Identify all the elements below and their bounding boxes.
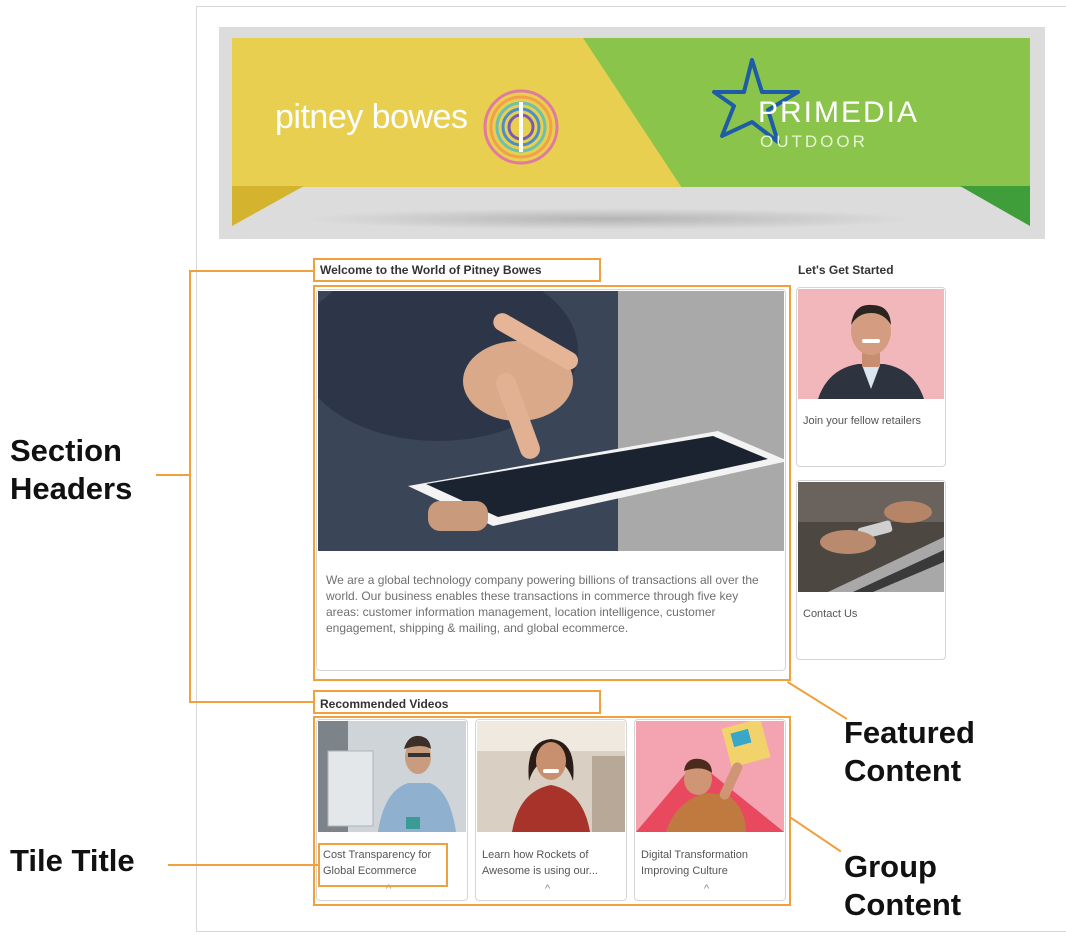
annotation-featured-content: Featured Content [844,714,975,790]
annotation-box-welcome-header [313,258,601,282]
annotation-connector-top [189,270,313,272]
annotation-connector-label [156,474,190,476]
side-tile-contact-image[interactable] [798,482,944,592]
annotation-connector-bottom [189,701,313,703]
annotation-section-headers-line2: Headers [10,471,133,506]
primedia-logo-text: PRIMEDIA [758,96,920,129]
annotation-group-content: Group Content [844,848,961,924]
side-tile-join-label: Join your fellow retailers [803,415,921,427]
annotation-section-headers-line1: Section [10,433,122,468]
pitney-bowes-logo-icon [483,89,559,165]
annotation-group-line1: Group [844,849,937,884]
smiling-man-illustration [798,289,944,399]
laptop-phone-illustration [798,482,944,592]
annotation-featured-line1: Featured [844,715,975,750]
banner-shadow [300,208,920,230]
annotation-section-headers: Section Headers [10,432,132,508]
pitney-bowes-logo-text: pitney bowes [275,98,468,136]
annotation-connector-tile-title [168,864,318,866]
section-header-started: Let's Get Started [798,263,894,277]
side-tile-contact-label: Contact Us [803,608,858,620]
annotation-box-videos-header [313,690,601,714]
side-tile-join-image[interactable] [798,289,944,399]
annotation-connector-vertical [189,270,191,702]
annotation-box-group [313,716,791,906]
annotation-tile-title: Tile Title [10,843,135,878]
primedia-logo-subtext: OUTDOOR [760,132,868,151]
annotation-box-featured [313,285,791,681]
annotation-group-line2: Content [844,887,962,922]
annotation-featured-line2: Content [844,753,962,788]
